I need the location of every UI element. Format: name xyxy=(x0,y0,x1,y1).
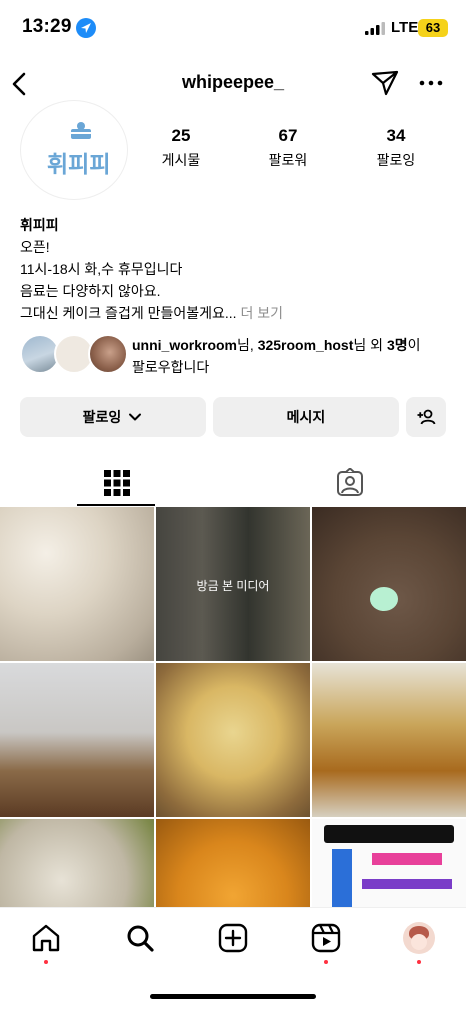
chevron-down-icon xyxy=(129,413,142,421)
stat-label: 팔로워 xyxy=(268,152,308,168)
avatar-face xyxy=(411,934,427,950)
post-thumbnail[interactable] xyxy=(0,663,154,817)
profile-avatar[interactable]: 휘피피 xyxy=(20,100,128,200)
tab-posts-grid[interactable] xyxy=(0,460,233,506)
suggested-people-button[interactable] xyxy=(406,397,446,437)
following-button-label: 팔로잉 xyxy=(82,409,122,425)
posts-grid: 방금 본 미디어 xyxy=(0,507,466,907)
bio-line: 11시-18시 화,수 휴무입니다 xyxy=(20,261,183,277)
follower-username[interactable]: unni_workroom xyxy=(132,337,237,353)
tab-tagged[interactable] xyxy=(233,460,466,506)
location-arrow-icon xyxy=(76,18,96,38)
stat-value: 67 xyxy=(278,126,298,145)
more-icon[interactable] xyxy=(418,74,444,92)
followed-by-text: unni_workroom님, 325room_host님 외 3명이 팔로우합… xyxy=(132,334,462,378)
profile-notification-dot xyxy=(417,960,421,964)
followed-by[interactable]: unni_workroom님, 325room_host님 외 3명이 팔로우합… xyxy=(20,334,460,378)
signal-icon xyxy=(365,22,385,35)
profile-bio: 휘피피 오픈! 11시-18시 화,수 휴무입니다 음료는 다양하지 않아요. … xyxy=(20,214,450,324)
follower-avatar xyxy=(88,334,128,374)
post-decoration xyxy=(362,879,452,889)
followed-by-sep: 님, xyxy=(237,337,258,353)
post-decoration xyxy=(324,825,454,843)
post-thumbnail[interactable] xyxy=(0,507,154,661)
create-icon[interactable] xyxy=(217,922,249,954)
post-thumbnail-recent[interactable]: 방금 본 미디어 xyxy=(156,507,310,661)
reels-icon[interactable] xyxy=(310,922,342,954)
cake-logo-icon xyxy=(71,122,91,139)
home-icon[interactable] xyxy=(30,922,62,954)
post-decoration xyxy=(372,853,442,865)
stat-followers[interactable]: 67 팔로워 xyxy=(248,126,328,170)
network-type: LTE xyxy=(391,19,419,36)
post-thumbnail[interactable] xyxy=(312,663,466,817)
reels-notification-dot xyxy=(324,960,328,964)
status-bar: 13:29 LTE 63 xyxy=(0,0,466,56)
post-thumbnail[interactable] xyxy=(156,663,310,817)
stat-following[interactable]: 34 팔로잉 xyxy=(356,126,436,170)
stat-value: 25 xyxy=(171,126,191,145)
followed-by-count: 3명 xyxy=(386,337,408,353)
recent-media-label: 방금 본 미디어 xyxy=(196,579,270,593)
following-button[interactable]: 팔로잉 xyxy=(20,397,206,437)
post-thumbnail[interactable] xyxy=(156,819,310,907)
bio-truncated-text: 그대신 케이크 즐겁게 만들어볼게요... xyxy=(20,305,237,321)
stat-posts[interactable]: 25 게시물 xyxy=(141,126,221,170)
home-indicator xyxy=(150,994,316,999)
followed-by-line2: 팔로우합니다 xyxy=(132,359,210,375)
tagged-icon xyxy=(336,468,363,496)
post-decoration xyxy=(332,849,352,907)
add-person-icon xyxy=(417,409,436,425)
send-icon[interactable] xyxy=(370,68,400,98)
battery-indicator: 63 xyxy=(418,19,448,37)
followed-by-suffix: 이 xyxy=(407,337,421,353)
message-button-label: 메시지 xyxy=(286,409,326,425)
profile-tabs xyxy=(0,460,466,506)
post-thumbnail[interactable] xyxy=(312,507,466,661)
status-time: 13:29 xyxy=(22,16,72,37)
bio-line-truncated: 그대신 케이크 즐겁게 만들어볼게요... 더 보기 xyxy=(20,302,450,324)
bio-line: 음료는 다양하지 않아요. xyxy=(20,283,161,299)
post-thumbnail[interactable] xyxy=(312,819,466,907)
follower-username[interactable]: 325room_host xyxy=(258,337,354,353)
active-tab-indicator xyxy=(77,504,155,506)
bottom-tab-bar xyxy=(0,907,466,1009)
stat-label: 게시물 xyxy=(161,152,201,168)
bio-more-link[interactable]: 더 보기 xyxy=(240,305,283,321)
stat-label: 팔로잉 xyxy=(376,152,416,168)
message-button[interactable]: 메시지 xyxy=(213,397,399,437)
own-profile-avatar[interactable] xyxy=(403,922,435,954)
stat-value: 34 xyxy=(386,126,406,145)
home-notification-dot xyxy=(44,960,48,964)
bio-name: 휘피피 xyxy=(20,217,59,233)
followed-by-sep: 님 외 xyxy=(353,337,387,353)
post-decoration xyxy=(370,587,398,611)
bio-line: 오픈! xyxy=(20,239,50,255)
avatar-logo-text: 휘피피 xyxy=(47,152,111,178)
grid-icon xyxy=(103,470,130,496)
post-thumbnail[interactable] xyxy=(0,819,154,907)
search-icon[interactable] xyxy=(124,922,156,954)
